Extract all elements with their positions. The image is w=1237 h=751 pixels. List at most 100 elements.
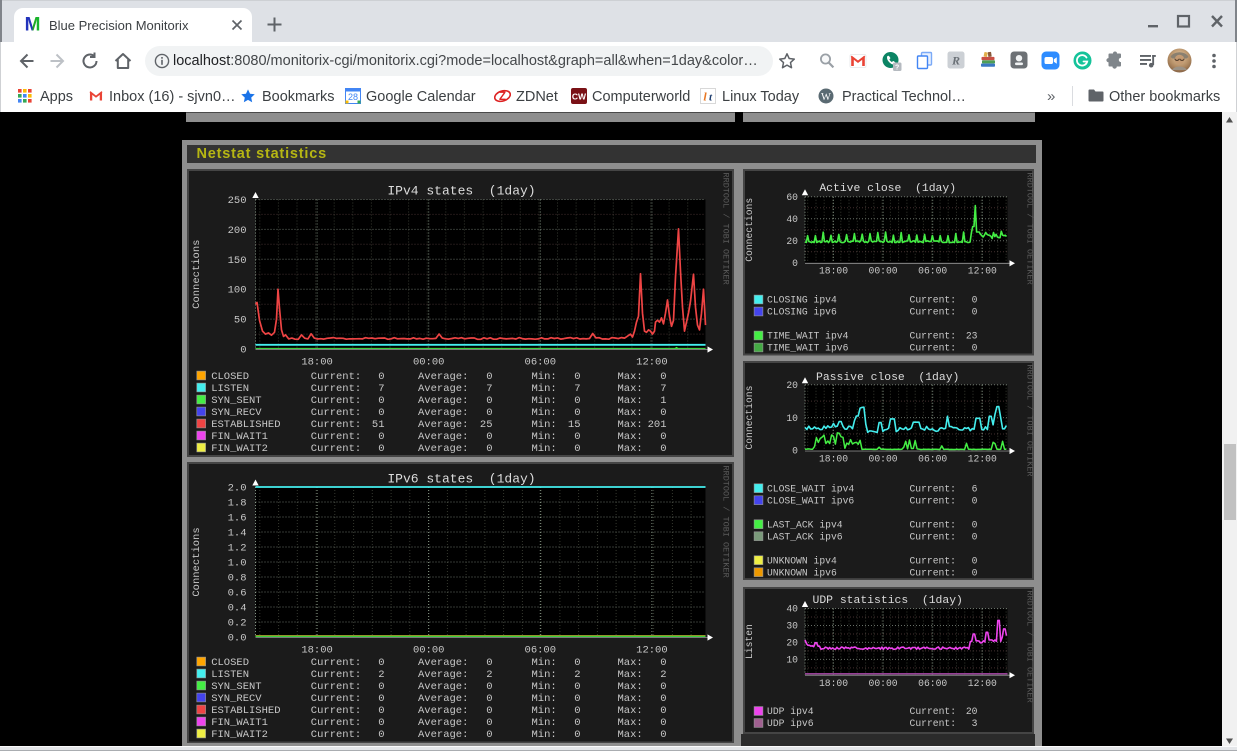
svg-text:SYN_SENT: SYN_SENT <box>211 681 261 693</box>
svg-text:0.8: 0.8 <box>227 572 246 584</box>
svg-text:Min:: Min: <box>531 693 556 705</box>
svg-text:0: 0 <box>660 705 666 717</box>
svg-text:IPv6 states (1day): IPv6 states (1day) <box>387 471 535 486</box>
svg-text:Current:: Current: <box>310 443 360 455</box>
svg-text:00:00: 00:00 <box>412 357 444 369</box>
svg-text:3: 3 <box>971 718 977 729</box>
svg-text:1.2: 1.2 <box>227 542 246 554</box>
svg-text:UNKNOWN ipv6: UNKNOWN ipv6 <box>767 567 837 578</box>
svg-text:Connections: Connections <box>191 527 203 596</box>
svg-text:20: 20 <box>965 706 977 717</box>
svg-text:Current:: Current: <box>909 567 956 578</box>
svg-text:200: 200 <box>227 225 246 237</box>
svg-text:Average:: Average: <box>418 371 468 383</box>
svg-text:CLOSE_WAIT ipv4: CLOSE_WAIT ipv4 <box>767 483 854 494</box>
svg-text:7: 7 <box>486 383 492 395</box>
svg-text:RRDTOOL / TOBI OETIKER: RRDTOOL / TOBI OETIKER <box>1024 590 1034 702</box>
svg-text:06:00: 06:00 <box>918 453 947 464</box>
svg-text:Current:: Current: <box>310 383 360 395</box>
svg-text:0: 0 <box>486 657 492 669</box>
svg-text:12:00: 12:00 <box>967 453 996 464</box>
svg-text:Max:: Max: <box>617 705 642 717</box>
svg-text:0: 0 <box>378 371 384 383</box>
svg-text:0: 0 <box>486 729 492 741</box>
svg-text:0: 0 <box>240 345 246 357</box>
svg-text:0: 0 <box>378 407 384 419</box>
svg-text:0: 0 <box>486 407 492 419</box>
svg-text:100: 100 <box>227 285 246 297</box>
svg-text:0: 0 <box>574 681 580 693</box>
svg-text:0: 0 <box>971 343 977 354</box>
svg-text:Average:: Average: <box>418 729 468 741</box>
svg-text:Connections: Connections <box>191 240 203 309</box>
svg-text:0: 0 <box>574 443 580 455</box>
svg-text:12:00: 12:00 <box>636 644 668 656</box>
svg-text:10: 10 <box>786 413 798 424</box>
svg-text:Connections: Connections <box>744 198 755 262</box>
svg-text:Min:: Min: <box>531 371 556 383</box>
svg-text:Max:: Max: <box>617 729 642 741</box>
svg-text:0: 0 <box>486 443 492 455</box>
svg-text:UDP statistics (1day): UDP statistics (1day) <box>812 595 962 607</box>
svg-text:0: 0 <box>378 443 384 455</box>
svg-text:Average:: Average: <box>418 705 468 717</box>
svg-text:Min:: Min: <box>531 407 556 419</box>
svg-text:0: 0 <box>971 307 977 318</box>
svg-text:Min:: Min: <box>531 419 556 431</box>
svg-text:Max:: Max: <box>617 657 642 669</box>
svg-text:LAST_ACK ipv6: LAST_ACK ipv6 <box>767 531 843 542</box>
svg-text:0: 0 <box>378 693 384 705</box>
svg-text:0: 0 <box>792 258 798 269</box>
svg-text:RRDTOOL / TOBI OETIKER: RRDTOOL / TOBI OETIKER <box>720 173 730 285</box>
svg-text:0: 0 <box>378 431 384 443</box>
svg-text:0: 0 <box>971 519 977 530</box>
svg-text:Min:: Min: <box>531 681 556 693</box>
svg-text:?: ? <box>895 64 899 71</box>
svg-text:250: 250 <box>227 195 246 207</box>
svg-text:Max:: Max: <box>617 717 642 729</box>
svg-text:FIN_WAIT1: FIN_WAIT1 <box>211 717 268 729</box>
svg-text:0: 0 <box>574 431 580 443</box>
svg-text:0: 0 <box>660 729 666 741</box>
svg-text:Min:: Min: <box>531 705 556 717</box>
svg-text:Min:: Min: <box>531 383 556 395</box>
svg-text:Min:: Min: <box>531 729 556 741</box>
svg-text:28: 28 <box>348 92 358 102</box>
svg-text:20: 20 <box>786 637 798 648</box>
svg-text:R: R <box>951 54 960 68</box>
svg-text:20: 20 <box>786 236 798 247</box>
svg-text:LISTEN: LISTEN <box>211 383 249 395</box>
svg-text:SYN_SENT: SYN_SENT <box>211 395 261 407</box>
svg-text:1.6: 1.6 <box>227 512 246 524</box>
svg-text:0.4: 0.4 <box>227 602 246 614</box>
svg-text:CLOSED: CLOSED <box>211 371 249 383</box>
svg-text:CLOSED: CLOSED <box>211 657 249 669</box>
svg-text:Min:: Min: <box>531 717 556 729</box>
svg-text:0: 0 <box>486 717 492 729</box>
svg-text:Current:: Current: <box>909 718 956 729</box>
svg-text:0: 0 <box>792 445 798 456</box>
svg-text:Current:: Current: <box>310 717 360 729</box>
svg-text:0: 0 <box>378 681 384 693</box>
svg-text:2.0: 2.0 <box>227 482 246 494</box>
svg-text:06:00: 06:00 <box>918 266 947 277</box>
svg-text:18:00: 18:00 <box>301 357 333 369</box>
svg-text:18:00: 18:00 <box>818 266 847 277</box>
svg-text:30: 30 <box>786 620 798 631</box>
svg-text:1.4: 1.4 <box>227 527 246 539</box>
svg-text:0: 0 <box>574 395 580 407</box>
svg-text:Z: Z <box>499 91 506 103</box>
svg-text:FIN_WAIT2: FIN_WAIT2 <box>211 443 268 455</box>
svg-text:Average:: Average: <box>418 407 468 419</box>
svg-text:Min:: Min: <box>531 395 556 407</box>
svg-text:7: 7 <box>660 383 666 395</box>
svg-text:0.2: 0.2 <box>227 617 246 629</box>
svg-text:Current:: Current: <box>310 431 360 443</box>
svg-text:06:00: 06:00 <box>524 357 556 369</box>
svg-text:Max:: Max: <box>617 669 642 681</box>
svg-text:Max:: Max: <box>617 443 642 455</box>
svg-text:Listen: Listen <box>744 624 755 659</box>
svg-text:0: 0 <box>660 431 666 443</box>
svg-text:12:00: 12:00 <box>967 678 996 689</box>
svg-text:ESTABLISHED: ESTABLISHED <box>211 419 280 431</box>
